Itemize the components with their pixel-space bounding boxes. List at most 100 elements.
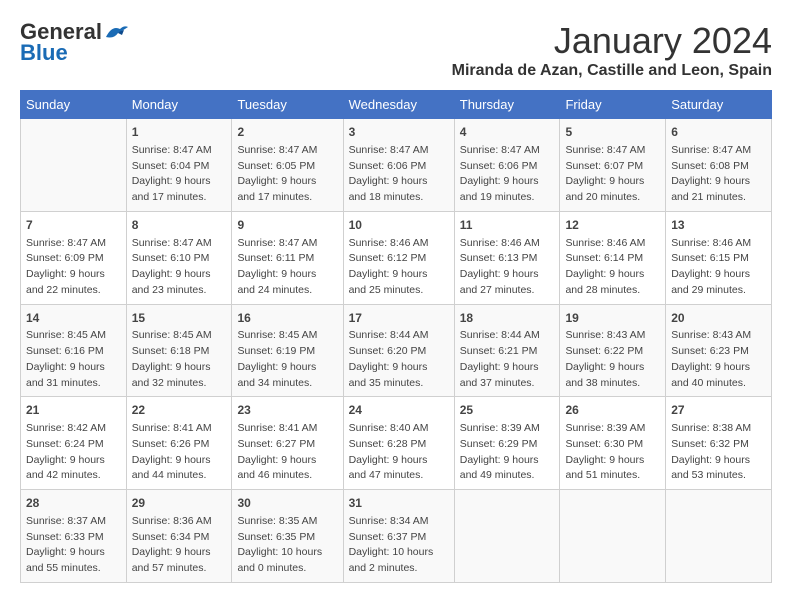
calendar-cell: 29Sunrise: 8:36 AMSunset: 6:34 PMDayligh… <box>126 490 232 583</box>
day-content: Sunrise: 8:45 AMSunset: 6:18 PMDaylight:… <box>132 328 227 391</box>
day-content: Sunrise: 8:47 AMSunset: 6:09 PMDaylight:… <box>26 236 121 299</box>
day-content: Sunrise: 8:44 AMSunset: 6:21 PMDaylight:… <box>460 328 555 391</box>
day-number: 4 <box>460 124 555 141</box>
header-row: SundayMondayTuesdayWednesdayThursdayFrid… <box>21 91 772 119</box>
calendar-cell: 25Sunrise: 8:39 AMSunset: 6:29 PMDayligh… <box>454 397 560 490</box>
calendar-header: SundayMondayTuesdayWednesdayThursdayFrid… <box>21 91 772 119</box>
calendar-cell: 16Sunrise: 8:45 AMSunset: 6:19 PMDayligh… <box>232 304 343 397</box>
day-number: 20 <box>671 310 766 327</box>
header-cell-sunday: Sunday <box>21 91 127 119</box>
day-content: Sunrise: 8:47 AMSunset: 6:08 PMDaylight:… <box>671 143 766 206</box>
calendar-cell: 20Sunrise: 8:43 AMSunset: 6:23 PMDayligh… <box>666 304 772 397</box>
day-number: 24 <box>349 402 449 419</box>
calendar-body: 1 Sunrise: 8:47 AMSunset: 6:04 PMDaylight… <box>21 119 772 583</box>
day-content: Sunrise: 8:46 AMSunset: 6:12 PMDaylight:… <box>349 236 449 299</box>
day-number: 10 <box>349 217 449 234</box>
calendar-cell: 7 Sunrise: 8:47 AMSunset: 6:09 PMDaylight… <box>21 211 127 304</box>
day-number: 15 <box>132 310 227 327</box>
calendar-cell: 30 Sunrise: 8:35 AMSunset: 6:35 PMDayligh… <box>232 490 343 583</box>
header-cell-thursday: Thursday <box>454 91 560 119</box>
day-content: Sunrise: 8:44 AMSunset: 6:20 PMDaylight:… <box>349 328 449 391</box>
day-content: Sunrise: 8:36 AMSunset: 6:34 PMDaylight:… <box>132 514 227 577</box>
day-number: 21 <box>26 402 121 419</box>
header-cell-saturday: Saturday <box>666 91 772 119</box>
calendar-table: SundayMondayTuesdayWednesdayThursdayFrid… <box>20 90 772 583</box>
calendar-cell: 4 Sunrise: 8:47 AMSunset: 6:06 PMDaylight… <box>454 119 560 212</box>
day-content: Sunrise: 8:45 AMSunset: 6:19 PMDaylight:… <box>237 328 337 391</box>
day-content: Sunrise: 8:35 AMSunset: 6:35 PMDaylight:… <box>237 514 337 577</box>
logo-bird-icon <box>104 23 130 43</box>
day-number: 18 <box>460 310 555 327</box>
calendar-cell: 22 Sunrise: 8:41 AMSunset: 6:26 PMDayligh… <box>126 397 232 490</box>
calendar-cell: 14Sunrise: 8:45 AMSunset: 6:16 PMDayligh… <box>21 304 127 397</box>
header-cell-friday: Friday <box>560 91 666 119</box>
day-content: Sunrise: 8:39 AMSunset: 6:30 PMDaylight:… <box>565 421 660 484</box>
calendar-cell: 3Sunrise: 8:47 AMSunset: 6:06 PMDaylight… <box>343 119 454 212</box>
day-content: Sunrise: 8:47 AMSunset: 6:06 PMDaylight:… <box>460 143 555 206</box>
calendar-cell: 17Sunrise: 8:44 AMSunset: 6:20 PMDayligh… <box>343 304 454 397</box>
logo-blue-text: Blue <box>20 40 68 66</box>
day-number: 27 <box>671 402 766 419</box>
day-number: 2 <box>237 124 337 141</box>
day-number: 5 <box>565 124 660 141</box>
calendar-cell: 5 Sunrise: 8:47 AMSunset: 6:07 PMDaylight… <box>560 119 666 212</box>
calendar-week-1: 1 Sunrise: 8:47 AMSunset: 6:04 PMDaylight… <box>21 119 772 212</box>
subtitle: Miranda de Azan, Castille and Leon, Spai… <box>452 62 772 80</box>
calendar-week-5: 28Sunrise: 8:37 AMSunset: 6:33 PMDayligh… <box>21 490 772 583</box>
day-content: Sunrise: 8:47 AMSunset: 6:10 PMDaylight:… <box>132 236 227 299</box>
day-content: Sunrise: 8:34 AMSunset: 6:37 PMDaylight:… <box>349 514 449 577</box>
logo: General Blue <box>20 20 130 66</box>
calendar-cell: 18Sunrise: 8:44 AMSunset: 6:21 PMDayligh… <box>454 304 560 397</box>
day-number: 14 <box>26 310 121 327</box>
day-number: 22 <box>132 402 227 419</box>
day-number: 23 <box>237 402 337 419</box>
title-section: January 2024 Miranda de Azan, Castille a… <box>452 20 772 80</box>
header-cell-wednesday: Wednesday <box>343 91 454 119</box>
calendar-cell: 1 Sunrise: 8:47 AMSunset: 6:04 PMDaylight… <box>126 119 232 212</box>
calendar-cell <box>560 490 666 583</box>
calendar-cell: 21 Sunrise: 8:42 AMSunset: 6:24 PMDayligh… <box>21 397 127 490</box>
calendar-cell: 26 Sunrise: 8:39 AMSunset: 6:30 PMDayligh… <box>560 397 666 490</box>
day-content: Sunrise: 8:41 AMSunset: 6:27 PMDaylight:… <box>237 421 337 484</box>
calendar-cell: 23 Sunrise: 8:41 AMSunset: 6:27 PMDayligh… <box>232 397 343 490</box>
day-number: 6 <box>671 124 766 141</box>
calendar-cell <box>21 119 127 212</box>
day-content: Sunrise: 8:47 AMSunset: 6:04 PMDaylight:… <box>132 143 227 206</box>
day-content: Sunrise: 8:47 AMSunset: 6:05 PMDaylight:… <box>237 143 337 206</box>
calendar-cell: 31 Sunrise: 8:34 AMSunset: 6:37 PMDayligh… <box>343 490 454 583</box>
calendar-cell: 2 Sunrise: 8:47 AMSunset: 6:05 PMDaylight… <box>232 119 343 212</box>
calendar-week-3: 14Sunrise: 8:45 AMSunset: 6:16 PMDayligh… <box>21 304 772 397</box>
calendar-cell: 15Sunrise: 8:45 AMSunset: 6:18 PMDayligh… <box>126 304 232 397</box>
calendar-cell: 12 Sunrise: 8:46 AMSunset: 6:14 PMDayligh… <box>560 211 666 304</box>
day-number: 13 <box>671 217 766 234</box>
day-content: Sunrise: 8:41 AMSunset: 6:26 PMDaylight:… <box>132 421 227 484</box>
calendar-cell: 10 Sunrise: 8:46 AMSunset: 6:12 PMDayligh… <box>343 211 454 304</box>
header-cell-tuesday: Tuesday <box>232 91 343 119</box>
day-number: 26 <box>565 402 660 419</box>
day-number: 17 <box>349 310 449 327</box>
calendar-cell: 28Sunrise: 8:37 AMSunset: 6:33 PMDayligh… <box>21 490 127 583</box>
calendar-cell <box>666 490 772 583</box>
day-number: 31 <box>349 495 449 512</box>
day-content: Sunrise: 8:42 AMSunset: 6:24 PMDaylight:… <box>26 421 121 484</box>
calendar-week-4: 21 Sunrise: 8:42 AMSunset: 6:24 PMDayligh… <box>21 397 772 490</box>
day-content: Sunrise: 8:47 AMSunset: 6:07 PMDaylight:… <box>565 143 660 206</box>
day-number: 1 <box>132 124 227 141</box>
day-number: 11 <box>460 217 555 234</box>
day-number: 25 <box>460 402 555 419</box>
day-number: 19 <box>565 310 660 327</box>
day-number: 12 <box>565 217 660 234</box>
calendar-cell: 8Sunrise: 8:47 AMSunset: 6:10 PMDaylight… <box>126 211 232 304</box>
calendar-cell: 11Sunrise: 8:46 AMSunset: 6:13 PMDayligh… <box>454 211 560 304</box>
day-content: Sunrise: 8:43 AMSunset: 6:22 PMDaylight:… <box>565 328 660 391</box>
day-number: 16 <box>237 310 337 327</box>
day-number: 30 <box>237 495 337 512</box>
day-content: Sunrise: 8:46 AMSunset: 6:15 PMDaylight:… <box>671 236 766 299</box>
day-number: 7 <box>26 217 121 234</box>
day-content: Sunrise: 8:45 AMSunset: 6:16 PMDaylight:… <box>26 328 121 391</box>
day-number: 3 <box>349 124 449 141</box>
calendar-cell: 13 Sunrise: 8:46 AMSunset: 6:15 PMDayligh… <box>666 211 772 304</box>
day-content: Sunrise: 8:47 AMSunset: 6:11 PMDaylight:… <box>237 236 337 299</box>
day-content: Sunrise: 8:46 AMSunset: 6:14 PMDaylight:… <box>565 236 660 299</box>
day-content: Sunrise: 8:43 AMSunset: 6:23 PMDaylight:… <box>671 328 766 391</box>
